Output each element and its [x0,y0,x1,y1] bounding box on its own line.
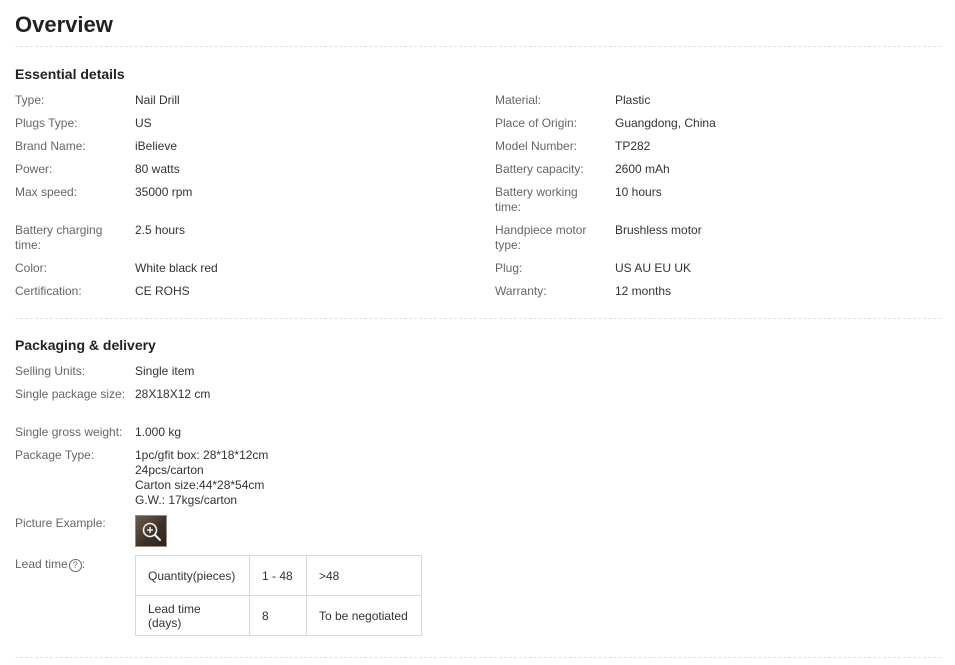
detail-value: 1.000 kg [135,425,182,439]
detail-value: 80 watts [135,162,180,176]
detail-value: 28X18X12 cm [135,387,211,401]
detail-value: US AU EU UK [615,261,692,275]
detail-value: Nail Drill [135,93,180,107]
detail-label: Brand Name: [15,139,86,153]
detail-label: Plugs Type: [15,116,78,130]
detail-value: Plastic [615,93,651,107]
divider [15,46,941,47]
detail-label: Max speed: [15,185,78,199]
detail-label: Certification: [15,284,82,298]
detail-label: Power: [15,162,53,176]
detail-label: Color: [15,261,48,275]
detail-label: Selling Units: [15,364,86,378]
detail-value: iBelieve [135,139,178,153]
table-cell: >48 [306,555,422,596]
detail-value: 2600 mAh [615,162,670,176]
overview-page: Overview Essential details Type: Nail Dr… [15,0,941,665]
table-cell: 8 [249,595,307,636]
detail-value: CE ROHS [135,284,190,298]
detail-value: 1pc/gfit box: 28*18*12cm 24pcs/carton Ca… [135,448,269,507]
lead-time-label: Lead time?: [15,557,86,572]
detail-value: Guangdong, China [615,116,716,130]
divider [15,657,941,658]
table-row: Lead time (days) 8 To be negotiated [135,595,422,636]
table-cell: Quantity(pieces) [135,555,250,596]
detail-label: Handpiece motor type: [495,223,587,252]
detail-label: Battery charging time: [15,223,103,252]
detail-label: Place of Origin: [495,116,578,130]
table-row: Quantity(pieces) 1 - 48 >48 [135,555,422,596]
picture-example-thumbnail[interactable] [135,515,167,547]
detail-label: Plug: [495,261,523,275]
detail-value: Single item [135,364,195,378]
detail-label: Model Number: [495,139,578,153]
detail-value: 10 hours [615,185,662,199]
divider [15,318,941,319]
detail-label: Warranty: [495,284,547,298]
lead-time-table: Quantity(pieces) 1 - 48 >48 Lead time (d… [135,555,422,636]
table-cell: 1 - 48 [249,555,307,596]
table-cell: Lead time (days) [135,595,250,636]
detail-value: 2.5 hours [135,223,186,237]
zoom-in-icon [142,522,161,541]
detail-value: 12 months [615,284,672,298]
detail-value: Brushless motor [615,223,702,237]
detail-label: Single gross weight: [15,425,123,439]
detail-value: US [135,116,152,130]
detail-label: Material: [495,93,542,107]
detail-value: 35000 rpm [135,185,193,199]
help-icon[interactable]: ? [68,559,82,572]
detail-label: Battery working time: [495,185,578,214]
detail-value: White black red [135,261,218,275]
detail-label: Type: [15,93,45,107]
packaging-delivery-heading: Packaging & delivery [15,337,156,353]
page-title: Overview [15,12,113,37]
detail-value: TP282 [615,139,651,153]
detail-label: Battery capacity: [495,162,584,176]
essential-details-heading: Essential details [15,66,125,82]
detail-label: Single package size: [15,387,126,401]
detail-label: Package Type: [15,448,95,462]
table-cell: To be negotiated [306,595,422,636]
detail-label: Picture Example: [15,516,106,530]
